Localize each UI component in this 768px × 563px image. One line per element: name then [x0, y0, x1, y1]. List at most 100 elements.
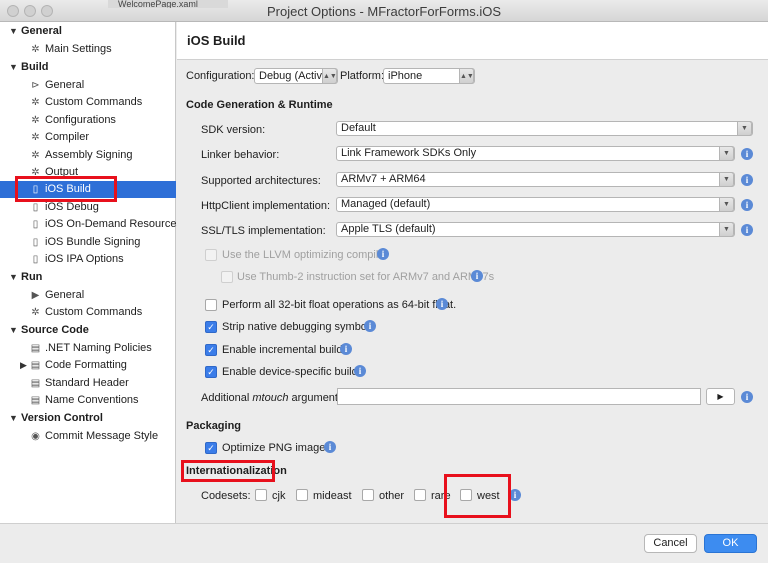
document-icon: ▤ — [30, 360, 41, 371]
info-icon[interactable]: i — [741, 199, 753, 211]
mtouch-args-menu-button[interactable]: ▶ — [706, 388, 735, 405]
dropdown-arrow-icon: ▼ — [719, 172, 734, 187]
dropdown-arrow-icon: ▲▼ — [459, 68, 474, 84]
sidebar-item-custom-commands[interactable]: ✲ Custom Commands — [0, 94, 176, 111]
sidebar-item-ios-ipa-options[interactable]: ▯ iOS IPA Options — [0, 251, 176, 268]
page-header: iOS Build — [177, 22, 768, 60]
section-code-generation: Code Generation & Runtime — [186, 99, 333, 111]
highlight-internationalization — [181, 460, 275, 482]
sidebar-group-general[interactable]: ▼ General — [0, 23, 176, 40]
sidebar-item-ios-bundle-signing[interactable]: ▯ iOS Bundle Signing — [0, 234, 176, 251]
document-icon: ▤ — [30, 378, 41, 389]
info-icon[interactable]: i — [324, 441, 336, 453]
sdk-version-select[interactable]: Default ▼ — [336, 121, 753, 136]
float32-label: Perform all 32-bit float operations as 6… — [222, 299, 457, 311]
sidebar-item-standard-header[interactable]: ▤ Standard Header — [0, 375, 176, 392]
codeset-cjk-checkbox[interactable] — [255, 489, 267, 501]
info-icon[interactable]: i — [741, 224, 753, 236]
sidebar-item-assembly-signing[interactable]: ✲ Assembly Signing — [0, 147, 176, 164]
incremental-builds-checkbox[interactable]: ✓ — [205, 344, 217, 356]
section-packaging: Packaging — [186, 420, 242, 432]
device-builds-label: Enable device-specific builds — [222, 366, 364, 378]
sidebar-group-run[interactable]: ▼ Run — [0, 269, 176, 286]
info-icon[interactable]: i — [364, 320, 376, 332]
thumb2-label: Use Thumb-2 instruction set for ARMv7 an… — [237, 271, 495, 283]
codeset-mideast-checkbox[interactable] — [296, 489, 308, 501]
info-icon[interactable]: i — [471, 270, 483, 282]
platform-label: Platform: — [340, 70, 385, 82]
ssl-tls-label: SSL/TLS implementation: — [201, 225, 326, 237]
disclosure-down-icon: ▼ — [9, 413, 18, 423]
llvm-label: Use the LLVM optimizing compiler — [222, 249, 389, 261]
info-icon[interactable]: i — [741, 174, 753, 186]
device-builds-checkbox[interactable]: ✓ — [205, 366, 217, 378]
linker-behavior-label: Linker behavior: — [201, 149, 280, 161]
architectures-label: Supported architectures: — [201, 175, 321, 187]
architectures-select[interactable]: ARMv7 + ARM64 ▼ — [336, 172, 735, 187]
sidebar-item-configurations[interactable]: ✲ Configurations — [0, 112, 176, 129]
info-icon[interactable]: i — [741, 148, 753, 160]
sidebar-item-commit-message-style[interactable]: ◉ Commit Message Style — [0, 428, 176, 445]
mtouch-args-input[interactable] — [337, 388, 701, 405]
mtouch-args-label: Additional mtouch arguments: — [201, 392, 347, 404]
dialog-footer: Cancel OK — [0, 523, 768, 563]
sidebar-item-compiler[interactable]: ✲ Compiler — [0, 129, 176, 146]
gear-icon: ✲ — [31, 115, 40, 126]
configuration-label: Configuration: — [186, 70, 255, 82]
info-icon[interactable]: i — [354, 365, 366, 377]
sidebar-item-ios-on-demand-resources[interactable]: ▯ iOS On-Demand Resources — [0, 216, 182, 233]
optimize-png-checkbox[interactable]: ✓ — [205, 442, 217, 454]
configuration-select[interactable]: Debug (Active) ▲▼ — [254, 68, 338, 84]
dropdown-arrow-icon: ▼ — [719, 197, 734, 212]
sidebar-group-build[interactable]: ▼ Build — [0, 59, 176, 76]
thumb2-checkbox[interactable] — [221, 271, 233, 283]
sidebar-group-version-control[interactable]: ▼ Version Control — [0, 410, 176, 427]
dropdown-arrow-icon: ▼ — [719, 146, 734, 161]
phone-icon: ▯ — [32, 202, 39, 213]
info-icon[interactable]: i — [436, 298, 448, 310]
dropdown-arrow-icon: ▼ — [719, 222, 734, 237]
sidebar-item-net-naming-policies[interactable]: ▤ .NET Naming Policies — [0, 340, 176, 357]
codeset-mideast-label: mideast — [313, 490, 352, 502]
codeset-other-label: other — [379, 490, 405, 502]
sidebar-item-run-custom-commands[interactable]: ✲ Custom Commands — [0, 304, 176, 321]
disclosure-down-icon: ▼ — [9, 62, 18, 72]
sidebar-group-source-code[interactable]: ▼ Source Code — [0, 322, 176, 339]
httpclient-select[interactable]: Managed (default) ▼ — [336, 197, 735, 212]
incremental-builds-label: Enable incremental builds — [222, 344, 348, 356]
codesets-label: Codesets: — [201, 490, 251, 502]
commit-icon: ◉ — [31, 431, 40, 442]
float32-checkbox[interactable] — [205, 299, 217, 311]
sidebar-item-build-general[interactable]: ⊳ General — [0, 77, 176, 94]
sidebar-item-code-formatting[interactable]: ▶ ▤ Code Formatting — [0, 357, 176, 374]
main-panel: iOS Build Configuration: Debug (Active) … — [177, 22, 768, 523]
codeset-other-checkbox[interactable] — [362, 489, 374, 501]
build-icon: ⊳ — [31, 80, 40, 91]
info-icon[interactable]: i — [340, 343, 352, 355]
cancel-button[interactable]: Cancel — [644, 534, 697, 553]
httpclient-label: HttpClient implementation: — [201, 200, 331, 212]
info-icon[interactable]: i — [377, 248, 389, 260]
dropdown-arrow-icon: ▲▼ — [322, 68, 337, 84]
sidebar: ▼ General ✲ Main Settings ▼ Build ⊳ Gene… — [0, 22, 182, 523]
phone-icon: ▯ — [32, 254, 39, 265]
sidebar-item-name-conventions[interactable]: ▤ Name Conventions — [0, 392, 176, 409]
ssl-tls-select[interactable]: Apple TLS (default) ▼ — [336, 222, 735, 237]
phone-icon: ▯ — [32, 237, 39, 248]
info-icon[interactable]: i — [741, 391, 753, 403]
platform-select[interactable]: iPhone ▲▼ — [383, 68, 475, 84]
linker-behavior-select[interactable]: Link Framework SDKs Only ▼ — [336, 146, 735, 161]
sidebar-item-main-settings[interactable]: ✲ Main Settings — [0, 41, 176, 58]
highlight-ios-build — [15, 176, 117, 202]
disclosure-right-icon[interactable]: ▶ — [20, 357, 27, 374]
strip-symbols-checkbox[interactable]: ✓ — [205, 321, 217, 333]
llvm-checkbox[interactable] — [205, 249, 217, 261]
codeset-cjk-label: cjk — [272, 490, 286, 502]
ok-button[interactable]: OK — [704, 534, 757, 553]
document-icon: ▤ — [30, 343, 41, 354]
highlight-west-codeset — [444, 474, 511, 518]
sidebar-item-run-general[interactable]: ▶ General — [0, 287, 176, 304]
page-title: iOS Build — [187, 33, 246, 48]
gear-icon: ✲ — [31, 307, 40, 318]
codeset-rare-checkbox[interactable] — [414, 489, 426, 501]
